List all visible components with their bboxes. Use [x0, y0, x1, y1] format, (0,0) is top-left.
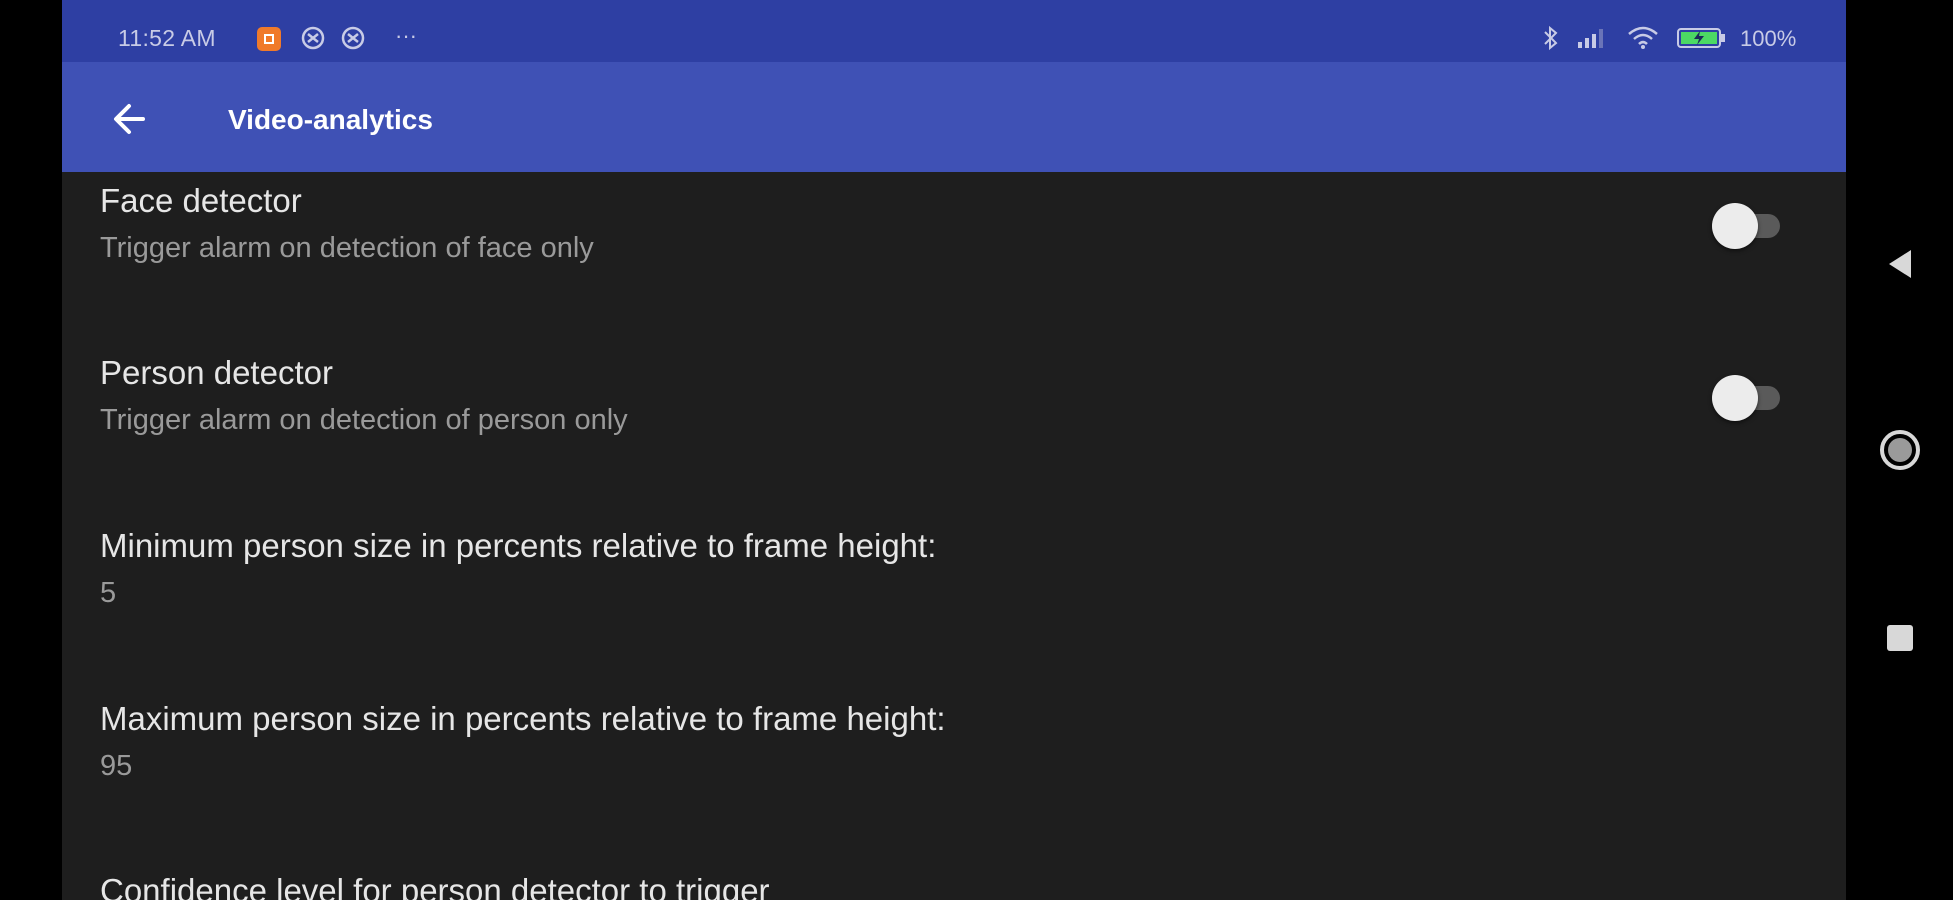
max-person-size-title: Maximum person size in percents relative… — [100, 700, 946, 737]
person-detector-switch[interactable] — [1708, 374, 1788, 422]
switch-thumb — [1712, 203, 1758, 249]
status-time: 11:52 AM — [118, 25, 216, 51]
min-person-size-preference[interactable]: Minimum person size in percents relative… — [62, 517, 1846, 687]
bluetooth-icon — [1541, 25, 1561, 51]
min-person-size-title: Minimum person size in percents relative… — [100, 527, 937, 564]
cell-signal-icon — [1576, 26, 1606, 50]
confidence-level-preference[interactable]: Confidence level for person detector to … — [62, 862, 1846, 900]
switch-thumb — [1712, 375, 1758, 421]
more-notifications-icon: ··· — [395, 23, 417, 48]
person-detector-title: Person detector — [100, 354, 333, 391]
face-detector-preference[interactable]: Face detector Trigger alarm on detection… — [62, 172, 1846, 342]
confidence-level-title: Confidence level for person detector to … — [100, 872, 770, 900]
home-circle-icon — [1880, 430, 1920, 470]
nav-back-button[interactable] — [1878, 242, 1922, 286]
back-triangle-icon — [1889, 250, 1911, 278]
orange-app-notification-icon — [257, 27, 281, 51]
max-person-size-value: 95 — [100, 750, 133, 782]
face-detector-summary: Trigger alarm on detection of face only — [100, 232, 594, 264]
nav-recents-button[interactable] — [1878, 616, 1922, 660]
min-person-size-value: 5 — [100, 577, 117, 609]
back-button[interactable] — [102, 92, 156, 146]
status-bar: 11:52 AM ··· 100% — [62, 0, 1846, 62]
notification-icon-b — [340, 26, 366, 50]
nav-home-button[interactable] — [1878, 428, 1922, 472]
recents-square-icon — [1887, 625, 1913, 651]
person-detector-summary: Trigger alarm on detection of person onl… — [100, 404, 628, 436]
person-detector-preference[interactable]: Person detector Trigger alarm on detecti… — [62, 344, 1846, 514]
page-title: Video-analytics — [228, 104, 433, 135]
battery-charging-icon — [1676, 26, 1728, 50]
arrow-left-icon — [114, 104, 145, 134]
notification-icon-a — [300, 26, 326, 50]
app-bar: Video-analytics — [62, 62, 1846, 172]
max-person-size-preference[interactable]: Maximum person size in percents relative… — [62, 690, 1846, 860]
app-screen: 11:52 AM ··· 100% Video-analytics Face d… — [62, 0, 1846, 900]
wifi-icon — [1627, 26, 1659, 50]
face-detector-switch[interactable] — [1708, 202, 1788, 250]
battery-percent: 100% — [1740, 26, 1797, 51]
face-detector-title: Face detector — [100, 182, 302, 219]
